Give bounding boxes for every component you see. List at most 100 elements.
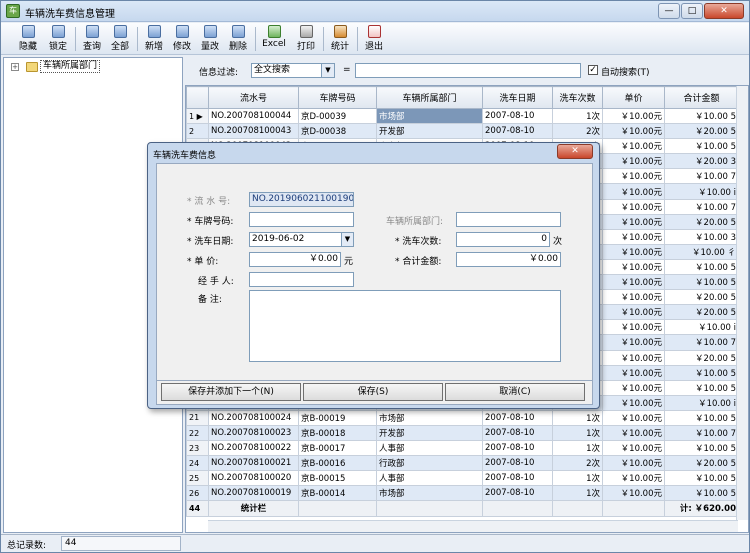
- close-button[interactable]: ✕: [704, 3, 744, 19]
- table-cell-serial[interactable]: NO.200708100044: [208, 107, 299, 125]
- table-cell-total[interactable]: ￥10.00 7: [664, 334, 739, 351]
- table-cell-idx[interactable]: 2: [186, 123, 209, 140]
- table-cell-serial[interactable]: NO.200708100024: [208, 409, 299, 426]
- table-cell-price[interactable]: ￥10.00元: [602, 153, 665, 170]
- table-cell-total[interactable]: ￥10.00 5: [664, 364, 739, 381]
- table-cell-plate[interactable]: 京B-00014: [298, 485, 377, 502]
- table-cell-date[interactable]: 2007-08-10: [482, 424, 553, 442]
- table-cell-plate[interactable]: 京B-00016: [298, 455, 377, 472]
- table-cell-price[interactable]: ￥10.00元: [602, 138, 665, 155]
- table-row[interactable]: 26 NO.200708100019 京B-00014 市场部 2007-08-10 1次…: [186, 485, 739, 502]
- table-cell-plate[interactable]: 京B-00017: [298, 440, 377, 457]
- table-row[interactable]: 2 NO.200708100043 京D-00038 开发部 2007-08-10 2次 ￥…: [186, 123, 739, 140]
- column-header[interactable]: 单价: [602, 86, 665, 109]
- table-cell-dept[interactable]: 市场部: [376, 485, 483, 502]
- handler-field[interactable]: [249, 272, 354, 287]
- hide-button[interactable]: 隐藏: [15, 24, 41, 54]
- excel-button[interactable]: Excel: [259, 24, 289, 54]
- table-cell-total[interactable]: ￥10.00 5: [664, 470, 739, 487]
- date-field[interactable]: 2019-06-02 ▼: [249, 232, 354, 247]
- table-row[interactable]: 24 NO.200708100021 京B-00016 行政部 2007-08-10 2次…: [186, 455, 739, 472]
- table-cell-dept[interactable]: 市场部: [376, 107, 483, 125]
- save-button[interactable]: 保存(S): [303, 383, 443, 401]
- table-cell-price[interactable]: ￥10.00元: [602, 168, 665, 185]
- stats-button[interactable]: 统计: [327, 24, 353, 54]
- table-cell-price[interactable]: ￥10.00元: [602, 289, 665, 306]
- table-cell-total[interactable]: ￥10.00 i: [664, 394, 739, 411]
- dialog-close-button[interactable]: ✕: [557, 144, 593, 159]
- table-cell-plate[interactable]: 京D-00038: [298, 123, 377, 140]
- table-cell-total[interactable]: ￥20.00 5: [664, 123, 739, 140]
- minimize-button[interactable]: —: [658, 3, 680, 19]
- table-cell-serial[interactable]: NO.200708100023: [208, 424, 299, 442]
- table-cell-total[interactable]: ￥10.00 5: [664, 138, 739, 155]
- table-cell-dept[interactable]: 行政部: [376, 455, 483, 472]
- table-cell-total[interactable]: ￥10.00 7: [664, 198, 739, 215]
- table-cell-dept[interactable]: 市场部: [376, 409, 483, 426]
- table-cell-plate[interactable]: 京B-00015: [298, 470, 377, 487]
- column-header[interactable]: 车辆所属部门: [376, 86, 483, 109]
- table-cell-date[interactable]: 2007-08-10: [482, 455, 553, 472]
- table-cell-serial[interactable]: NO.200708100021: [208, 455, 299, 472]
- table-cell-idx[interactable]: 23: [186, 440, 209, 457]
- table-cell-price[interactable]: ￥10.00元: [602, 455, 665, 472]
- table-cell-price[interactable]: ￥10.00元: [602, 334, 665, 351]
- table-cell-count[interactable]: 2次: [552, 455, 603, 472]
- table-cell-date[interactable]: 2007-08-10: [482, 409, 553, 426]
- table-cell-price[interactable]: ￥10.00元: [602, 243, 665, 260]
- table-cell-count[interactable]: 1次: [552, 424, 603, 442]
- query-button[interactable]: 查询: [79, 24, 105, 54]
- filter-value-input[interactable]: [355, 63, 581, 78]
- table-cell-price[interactable]: ￥10.00元: [602, 424, 665, 442]
- table-cell-serial[interactable]: NO.200708100020: [208, 470, 299, 487]
- table-cell-dept[interactable]: 开发部: [376, 123, 483, 140]
- table-cell-date[interactable]: 2007-08-10: [482, 440, 553, 457]
- table-cell-count[interactable]: 1次: [552, 409, 603, 426]
- table-cell-total[interactable]: ￥10.00 7: [664, 424, 739, 442]
- table-cell-price[interactable]: ￥10.00元: [602, 198, 665, 215]
- plate-field[interactable]: [249, 212, 354, 227]
- exit-button[interactable]: 退出: [361, 24, 387, 54]
- serial-field[interactable]: NO.2019060211001903: [249, 192, 354, 207]
- table-cell-total[interactable]: ￥10.00 5: [664, 258, 739, 276]
- table-cell-total[interactable]: ￥10.00 5: [664, 440, 739, 457]
- column-header[interactable]: 洗车日期: [482, 86, 553, 109]
- table-cell-total[interactable]: ￥10.00 i: [664, 183, 739, 200]
- table-cell-total[interactable]: ￥10.00 5: [664, 107, 739, 125]
- all-button[interactable]: 全部: [107, 24, 133, 54]
- table-cell-price[interactable]: ￥10.00元: [602, 319, 665, 336]
- table-row[interactable]: 23 NO.200708100022 京B-00017 人事部 2007-08-10 1次…: [186, 440, 739, 457]
- save-and-next-button[interactable]: 保存并添加下一个(N): [161, 383, 301, 401]
- table-cell-total[interactable]: ￥20.00 5: [664, 304, 739, 321]
- table-cell-plate[interactable]: 京B-00019: [298, 409, 377, 426]
- table-cell-total[interactable]: ￥20.00 5: [664, 455, 739, 472]
- table-row[interactable]: 1 ▶ NO.200708100044 京D-00039 市场部 2007-08-10 1…: [186, 107, 739, 125]
- table-cell-total[interactable]: ￥20.00 5: [664, 289, 739, 306]
- table-cell-total[interactable]: ￥10.00 5: [664, 409, 739, 426]
- table-row[interactable]: 22 NO.200708100023 京B-00018 开发部 2007-08-10 1次…: [186, 424, 739, 442]
- table-cell-total[interactable]: ￥20.00 5: [664, 213, 739, 230]
- cancel-button[interactable]: 取消(C): [445, 383, 585, 401]
- table-cell-price[interactable]: ￥10.00元: [602, 213, 665, 230]
- table-cell-date[interactable]: 2007-08-10: [482, 470, 553, 487]
- tree-expander[interactable]: +: [11, 63, 19, 71]
- auto-search-checkbox[interactable]: ✓: [588, 65, 598, 75]
- chevron-down-icon[interactable]: ▼: [341, 233, 353, 246]
- column-header[interactable]: 合计金额: [664, 86, 739, 109]
- table-cell-date[interactable]: 2007-08-10: [482, 123, 553, 140]
- table-cell-serial[interactable]: NO.200708100022: [208, 440, 299, 457]
- column-header[interactable]: [186, 86, 209, 109]
- table-cell-price[interactable]: ￥10.00元: [602, 379, 665, 396]
- table-cell-price[interactable]: ￥10.00元: [602, 364, 665, 381]
- lock-button[interactable]: 锁定: [45, 24, 71, 54]
- table-cell-dept[interactable]: 人事部: [376, 440, 483, 457]
- table-cell-count[interactable]: 1次: [552, 485, 603, 502]
- table-cell-total[interactable]: ￥20.00 3: [664, 153, 739, 170]
- table-cell-count[interactable]: 1次: [552, 440, 603, 457]
- table-cell-price[interactable]: ￥10.00元: [602, 258, 665, 276]
- edit-button[interactable]: 修改: [169, 24, 195, 54]
- count-field[interactable]: 0: [456, 232, 550, 247]
- dept-field[interactable]: [456, 212, 561, 227]
- table-cell-date[interactable]: 2007-08-10: [482, 485, 553, 502]
- table-cell-price[interactable]: ￥10.00元: [602, 183, 665, 200]
